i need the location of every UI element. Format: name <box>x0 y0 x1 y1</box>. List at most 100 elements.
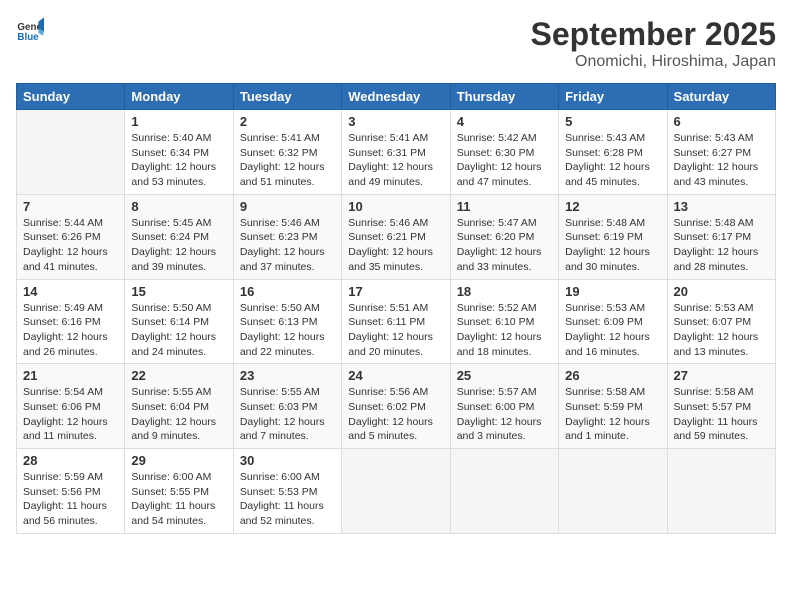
calendar-cell: 16 Sunrise: 5:50 AM Sunset: 6:13 PM Dayli… <box>233 279 341 364</box>
day-info: Sunrise: 5:55 AM Sunset: 6:03 PM Dayligh… <box>240 385 335 444</box>
day-info: Sunrise: 5:58 AM Sunset: 5:59 PM Dayligh… <box>565 385 660 444</box>
week-row-3: 14Sunrise: 5:49 AM Sunset: 6:16 PM Dayli… <box>17 279 776 364</box>
day-info: Sunrise: 5:50 AM Sunset: 6:13 PM Dayligh… <box>240 301 335 360</box>
day-number: 5 <box>565 114 660 129</box>
day-info: Sunrise: 5:53 AM Sunset: 6:07 PM Dayligh… <box>674 301 769 360</box>
calendar-cell: 6 Sunrise: 5:43 AM Sunset: 6:27 PM Daylig… <box>667 110 775 195</box>
calendar-cell: 11 Sunrise: 5:47 AM Sunset: 6:20 PM Dayli… <box>450 194 558 279</box>
day-info: Sunrise: 5:43 AM Sunset: 6:28 PM Dayligh… <box>565 131 660 190</box>
day-number: 7 <box>23 199 118 214</box>
day-info: Sunrise: 5:58 AM Sunset: 5:57 PM Dayligh… <box>674 385 769 444</box>
month-title: September 2025 <box>531 16 776 53</box>
day-number: 4 <box>457 114 552 129</box>
calendar-cell: 19Sunrise: 5:53 AM Sunset: 6:09 PM Dayli… <box>559 279 667 364</box>
day-number: 2 <box>240 114 335 129</box>
day-info: Sunrise: 5:49 AM Sunset: 6:16 PM Dayligh… <box>23 301 118 360</box>
day-number: 13 <box>674 199 769 214</box>
calendar-cell: 1 Sunrise: 5:40 AM Sunset: 6:34 PM Daylig… <box>125 110 233 195</box>
calendar-cell: 10 Sunrise: 5:46 AM Sunset: 6:21 PM Dayli… <box>342 194 450 279</box>
day-number: 27 <box>674 368 769 383</box>
location-title: Onomichi, Hiroshima, Japan <box>531 53 776 71</box>
calendar-cell: 17 Sunrise: 5:51 AM Sunset: 6:11 PM Dayli… <box>342 279 450 364</box>
svg-text:Blue: Blue <box>17 32 39 43</box>
day-number: 22 <box>131 368 226 383</box>
day-info: Sunrise: 5:42 AM Sunset: 6:30 PM Dayligh… <box>457 131 552 190</box>
day-info: Sunrise: 5:41 AM Sunset: 6:31 PM Dayligh… <box>348 131 443 190</box>
calendar-cell: 9Sunrise: 5:46 AM Sunset: 6:23 PM Daylig… <box>233 194 341 279</box>
day-number: 29 <box>131 453 226 468</box>
day-number: 30 <box>240 453 335 468</box>
title-area: September 2025 Onomichi, Hiroshima, Japa… <box>531 16 776 71</box>
day-info: Sunrise: 5:45 AM Sunset: 6:24 PM Dayligh… <box>131 216 226 275</box>
day-info: Sunrise: 5:56 AM Sunset: 6:02 PM Dayligh… <box>348 385 443 444</box>
day-info: Sunrise: 5:46 AM Sunset: 6:23 PM Dayligh… <box>240 216 335 275</box>
day-number: 15 <box>131 284 226 299</box>
week-row-1: 1 Sunrise: 5:40 AM Sunset: 6:34 PM Daylig… <box>17 110 776 195</box>
weekday-header-sunday: Sunday <box>17 84 125 110</box>
calendar-cell: 25Sunrise: 5:57 AM Sunset: 6:00 PM Dayli… <box>450 364 558 449</box>
weekday-header-monday: Monday <box>125 84 233 110</box>
day-info: Sunrise: 6:00 AM Sunset: 5:55 PM Dayligh… <box>131 470 226 529</box>
calendar-cell: 24 Sunrise: 5:56 AM Sunset: 6:02 PM Dayli… <box>342 364 450 449</box>
day-info: Sunrise: 5:47 AM Sunset: 6:20 PM Dayligh… <box>457 216 552 275</box>
calendar-cell: 7 Sunrise: 5:44 AM Sunset: 6:26 PM Daylig… <box>17 194 125 279</box>
logo-icon: General Blue <box>16 16 44 44</box>
calendar-cell <box>342 449 450 534</box>
day-info: Sunrise: 5:46 AM Sunset: 6:21 PM Dayligh… <box>348 216 443 275</box>
day-number: 26 <box>565 368 660 383</box>
day-number: 1 <box>131 114 226 129</box>
day-number: 21 <box>23 368 118 383</box>
day-number: 20 <box>674 284 769 299</box>
calendar-cell: 8Sunrise: 5:45 AM Sunset: 6:24 PM Daylig… <box>125 194 233 279</box>
day-number: 24 <box>348 368 443 383</box>
day-info: Sunrise: 5:48 AM Sunset: 6:19 PM Dayligh… <box>565 216 660 275</box>
day-info: Sunrise: 5:43 AM Sunset: 6:27 PM Dayligh… <box>674 131 769 190</box>
calendar-cell: 18Sunrise: 5:52 AM Sunset: 6:10 PM Dayli… <box>450 279 558 364</box>
day-info: Sunrise: 5:41 AM Sunset: 6:32 PM Dayligh… <box>240 131 335 190</box>
calendar-cell: 22Sunrise: 5:55 AM Sunset: 6:04 PM Dayli… <box>125 364 233 449</box>
calendar-cell: 20 Sunrise: 5:53 AM Sunset: 6:07 PM Dayli… <box>667 279 775 364</box>
calendar-cell: 29 Sunrise: 6:00 AM Sunset: 5:55 PM Dayli… <box>125 449 233 534</box>
calendar-cell: 3 Sunrise: 5:41 AM Sunset: 6:31 PM Daylig… <box>342 110 450 195</box>
day-number: 23 <box>240 368 335 383</box>
day-info: Sunrise: 5:51 AM Sunset: 6:11 PM Dayligh… <box>348 301 443 360</box>
weekday-header-tuesday: Tuesday <box>233 84 341 110</box>
calendar-cell: 5 Sunrise: 5:43 AM Sunset: 6:28 PM Daylig… <box>559 110 667 195</box>
calendar-cell <box>450 449 558 534</box>
week-row-5: 28 Sunrise: 5:59 AM Sunset: 5:56 PM Dayli… <box>17 449 776 534</box>
day-number: 11 <box>457 199 552 214</box>
calendar-cell: 14Sunrise: 5:49 AM Sunset: 6:16 PM Dayli… <box>17 279 125 364</box>
calendar-cell: 27 Sunrise: 5:58 AM Sunset: 5:57 PM Dayli… <box>667 364 775 449</box>
calendar-cell: 30 Sunrise: 6:00 AM Sunset: 5:53 PM Dayli… <box>233 449 341 534</box>
calendar-cell: 21 Sunrise: 5:54 AM Sunset: 6:06 PM Dayli… <box>17 364 125 449</box>
week-row-4: 21 Sunrise: 5:54 AM Sunset: 6:06 PM Dayli… <box>17 364 776 449</box>
weekday-header-saturday: Saturday <box>667 84 775 110</box>
day-info: Sunrise: 5:59 AM Sunset: 5:56 PM Dayligh… <box>23 470 118 529</box>
day-info: Sunrise: 5:48 AM Sunset: 6:17 PM Dayligh… <box>674 216 769 275</box>
calendar-cell <box>559 449 667 534</box>
day-number: 28 <box>23 453 118 468</box>
day-number: 6 <box>674 114 769 129</box>
calendar-cell: 28 Sunrise: 5:59 AM Sunset: 5:56 PM Dayli… <box>17 449 125 534</box>
calendar-cell: 15Sunrise: 5:50 AM Sunset: 6:14 PM Dayli… <box>125 279 233 364</box>
day-info: Sunrise: 5:53 AM Sunset: 6:09 PM Dayligh… <box>565 301 660 360</box>
weekday-header-wednesday: Wednesday <box>342 84 450 110</box>
calendar-cell: 2 Sunrise: 5:41 AM Sunset: 6:32 PM Daylig… <box>233 110 341 195</box>
day-info: Sunrise: 5:44 AM Sunset: 6:26 PM Dayligh… <box>23 216 118 275</box>
day-number: 25 <box>457 368 552 383</box>
weekday-header-row: SundayMondayTuesdayWednesdayThursdayFrid… <box>17 84 776 110</box>
day-number: 17 <box>348 284 443 299</box>
day-number: 10 <box>348 199 443 214</box>
weekday-header-friday: Friday <box>559 84 667 110</box>
day-info: Sunrise: 5:40 AM Sunset: 6:34 PM Dayligh… <box>131 131 226 190</box>
calendar-cell <box>667 449 775 534</box>
day-info: Sunrise: 6:00 AM Sunset: 5:53 PM Dayligh… <box>240 470 335 529</box>
day-number: 3 <box>348 114 443 129</box>
calendar-table: SundayMondayTuesdayWednesdayThursdayFrid… <box>16 83 776 534</box>
day-info: Sunrise: 5:54 AM Sunset: 6:06 PM Dayligh… <box>23 385 118 444</box>
calendar-cell: 23 Sunrise: 5:55 AM Sunset: 6:03 PM Dayli… <box>233 364 341 449</box>
calendar-cell: 13 Sunrise: 5:48 AM Sunset: 6:17 PM Dayli… <box>667 194 775 279</box>
week-row-2: 7 Sunrise: 5:44 AM Sunset: 6:26 PM Daylig… <box>17 194 776 279</box>
page-header: General Blue September 2025 Onomichi, Hi… <box>16 16 776 71</box>
day-number: 16 <box>240 284 335 299</box>
